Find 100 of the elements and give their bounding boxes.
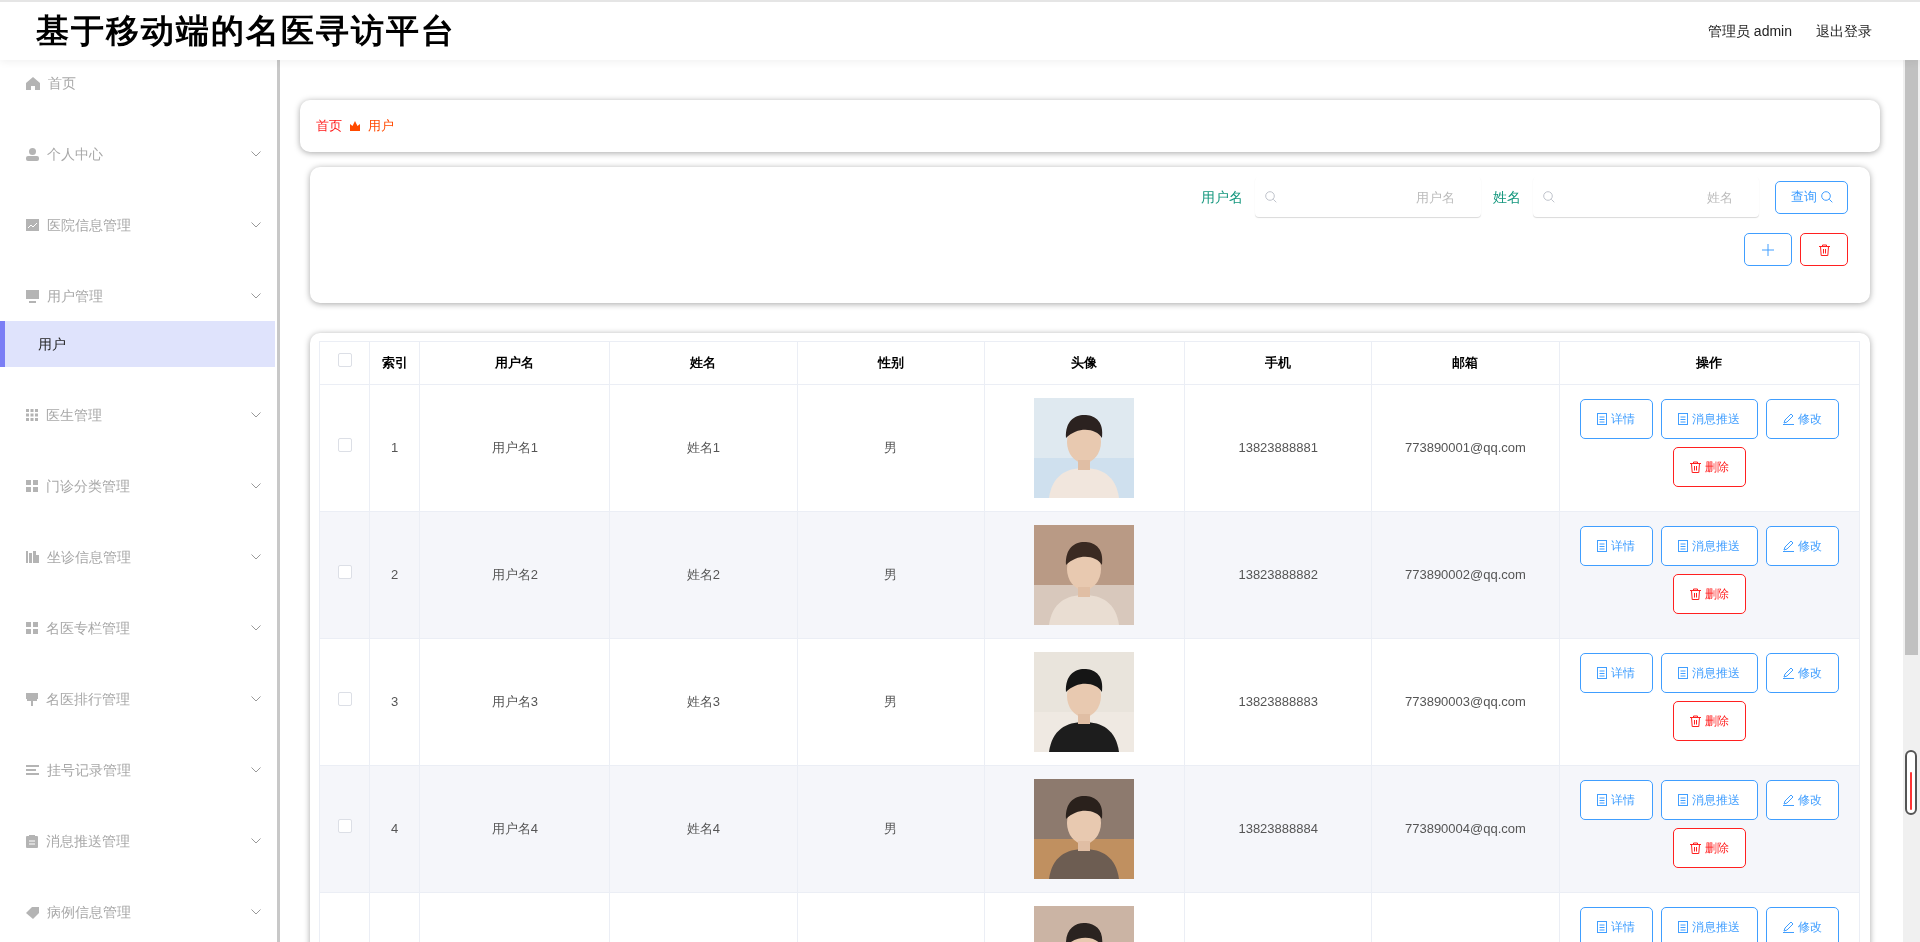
- table-cell: 姓名2: [686, 567, 721, 583]
- checkbox[interactable]: [337, 819, 352, 834]
- plus-icon: [1762, 244, 1774, 257]
- list-icon: [26, 765, 39, 775]
- delete-button[interactable]: 删除: [1672, 447, 1746, 487]
- table-cell: 用户名3: [491, 694, 538, 710]
- detail-button[interactable]: 详情: [1579, 780, 1653, 820]
- chevron-down-icon: [251, 293, 261, 299]
- sidebar-item[interactable]: 个人中心: [0, 131, 275, 177]
- document-icon: [1678, 413, 1689, 425]
- monitor-icon: [26, 289, 39, 303]
- breadcrumb-link[interactable]: 首页: [316, 116, 342, 136]
- sidebar-subitem[interactable]: 用户: [0, 321, 275, 367]
- table-cell: 男: [884, 440, 898, 456]
- delete-button[interactable]: 删除: [1672, 828, 1746, 868]
- pencil-icon: [1782, 794, 1794, 806]
- table-cell: 1: [390, 440, 399, 456]
- trash-icon: [1689, 461, 1701, 473]
- sidebar-item[interactable]: 名医专栏管理: [0, 605, 275, 651]
- table-cell: 773890002@qq.com: [1404, 567, 1526, 583]
- table-cell: 13823888881: [1238, 440, 1318, 456]
- checkbox[interactable]: [337, 353, 352, 368]
- edit-button[interactable]: 修改: [1765, 526, 1839, 566]
- push-button[interactable]: 消息推送: [1660, 399, 1758, 439]
- app-title: 基于移动端的名医寻访平台: [36, 10, 456, 53]
- document-icon: [1597, 413, 1608, 425]
- search-field[interactable]: 姓名: [1533, 177, 1759, 217]
- pencil-icon: [1782, 667, 1794, 679]
- push-button[interactable]: 消息推送: [1660, 780, 1758, 820]
- sidebar-item[interactable]: 坐诊信息管理: [0, 534, 275, 580]
- sidebar-item[interactable]: 病例信息管理: [0, 889, 275, 935]
- document-icon: [1678, 540, 1689, 552]
- table-cell: 姓名4: [686, 821, 721, 837]
- delete-button[interactable]: 删除: [1672, 574, 1746, 614]
- column-header: 索引: [369, 341, 420, 385]
- sidebar-item[interactable]: 医院信息管理: [0, 202, 275, 248]
- document-icon: [1678, 667, 1689, 679]
- tag-icon: [26, 905, 39, 919]
- clipboard-icon: [26, 834, 38, 848]
- delete-button[interactable]: [1800, 233, 1848, 266]
- column-header: 性别: [797, 341, 985, 385]
- pencil-icon: [1782, 921, 1794, 933]
- sidebar-item[interactable]: 名医排行管理: [0, 676, 275, 722]
- push-button[interactable]: 消息推送: [1660, 526, 1758, 566]
- user-icon: [26, 147, 39, 161]
- delete-button[interactable]: 删除: [1672, 701, 1746, 741]
- scrollbar[interactable]: [1903, 60, 1920, 942]
- search-field[interactable]: 用户名: [1255, 177, 1481, 217]
- chevron-down-icon: [251, 554, 261, 560]
- trash-icon: [1818, 244, 1830, 257]
- detail-button[interactable]: 详情: [1579, 399, 1653, 439]
- column-header: 头像: [984, 341, 1185, 385]
- edit-button[interactable]: 修改: [1765, 780, 1839, 820]
- sidebar-item[interactable]: 门诊分类管理: [0, 463, 275, 509]
- table-cell: 4: [390, 821, 399, 837]
- logout-link[interactable]: 退出登录: [1816, 20, 1872, 42]
- breadcrumb-link[interactable]: 用户: [368, 116, 394, 136]
- detail-button[interactable]: 详情: [1579, 653, 1653, 693]
- table-cell: 773890003@qq.com: [1404, 694, 1526, 710]
- edit-button[interactable]: 修改: [1765, 653, 1839, 693]
- sidebar-item[interactable]: 用户管理: [0, 273, 275, 319]
- checkbox[interactable]: [337, 438, 352, 453]
- table-cell: 773890004@qq.com: [1404, 821, 1526, 837]
- edit-button[interactable]: 修改: [1765, 907, 1839, 942]
- sidebar-item[interactable]: 医生管理: [0, 392, 275, 438]
- detail-button[interactable]: 详情: [1579, 907, 1653, 942]
- chevron-down-icon: [251, 412, 261, 418]
- table-cell: 2: [390, 567, 399, 583]
- pencil-icon: [1782, 540, 1794, 552]
- table-cell: 姓名1: [686, 440, 721, 456]
- sidebar-item[interactable]: 消息推送管理: [0, 818, 275, 864]
- push-button[interactable]: 消息推送: [1660, 653, 1758, 693]
- edit-button[interactable]: 修改: [1765, 399, 1839, 439]
- search-icon: [1820, 191, 1833, 203]
- admin-label: 管理员 admin: [1707, 21, 1792, 41]
- chevron-down-icon: [251, 838, 261, 844]
- checkbox[interactable]: [337, 692, 352, 707]
- chevron-down-icon: [251, 767, 261, 773]
- chevron-down-icon: [251, 909, 261, 915]
- checkbox[interactable]: [337, 565, 352, 580]
- table-cell: 13823888882: [1238, 567, 1318, 583]
- sidebar-item[interactable]: 挂号记录管理: [0, 747, 275, 793]
- search-button[interactable]: 查询: [1775, 180, 1848, 214]
- detail-button[interactable]: 详情: [1579, 526, 1653, 566]
- chart-icon: [26, 219, 39, 231]
- pencil-icon: [1782, 413, 1794, 425]
- home-icon: [26, 76, 40, 90]
- chevron-down-icon: [251, 625, 261, 631]
- document-icon: [1678, 794, 1689, 806]
- table-cell: 3: [390, 694, 399, 710]
- document-icon: [1597, 667, 1608, 679]
- sidebar-item[interactable]: 首页: [0, 60, 275, 106]
- table-cell: 男: [884, 821, 898, 837]
- search-icon: [1543, 191, 1555, 203]
- push-button[interactable]: 消息推送: [1660, 907, 1758, 942]
- chevron-down-icon: [251, 483, 261, 489]
- add-button[interactable]: [1744, 233, 1792, 266]
- column-header: 邮箱: [1371, 341, 1560, 385]
- table-cell: 13823888884: [1238, 821, 1318, 837]
- document-icon: [1597, 540, 1608, 552]
